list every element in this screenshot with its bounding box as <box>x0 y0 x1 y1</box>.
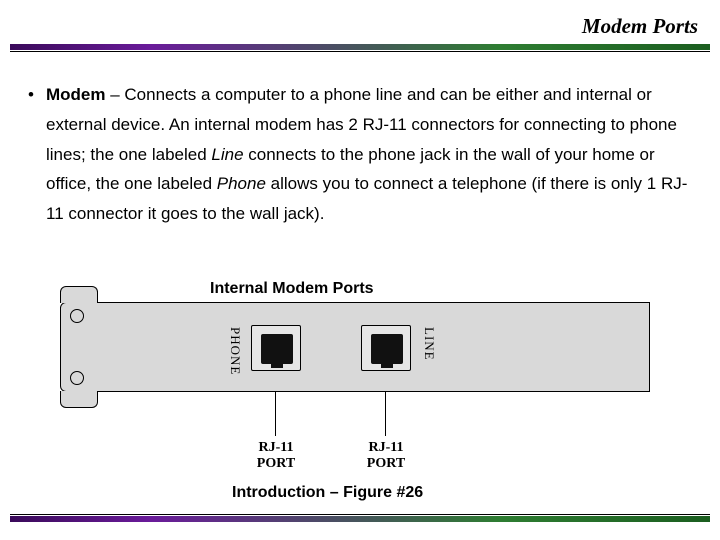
bullet-marker: • <box>28 80 46 229</box>
modem-figure: PHONE LINE RJ-11 PORT RJ-11 PORT <box>60 302 650 492</box>
bullet-item: • Modem – Connects a computer to a phone… <box>28 80 704 229</box>
phone-vertical-label: PHONE <box>227 327 243 375</box>
phone-word: Phone <box>217 174 266 193</box>
line-port <box>361 325 411 371</box>
port-label-line1: RJ-11 <box>369 440 404 455</box>
figure-title: Internal Modem Ports <box>210 280 374 298</box>
bracket-plate: PHONE LINE <box>60 302 650 392</box>
page-title: Modem Ports <box>582 14 698 39</box>
leader-line <box>385 392 386 436</box>
screw-icon <box>70 309 84 323</box>
port-label-left: RJ-11 PORT <box>241 440 311 472</box>
top-divider <box>10 44 710 50</box>
term-sep: – <box>106 85 125 104</box>
port-label-line1: RJ-11 <box>259 440 294 455</box>
rj11-jack-icon <box>261 334 293 364</box>
term-modem: Modem <box>46 85 106 104</box>
port-label-line2: PORT <box>367 456 405 471</box>
port-label-right: RJ-11 PORT <box>351 440 421 472</box>
line-vertical-label: LINE <box>421 327 437 361</box>
bottom-divider <box>10 516 710 522</box>
screw-icon <box>70 371 84 385</box>
bullet-content: Modem – Connects a computer to a phone l… <box>46 80 704 229</box>
body-text: • Modem – Connects a computer to a phone… <box>28 80 704 229</box>
line-word: Line <box>211 145 243 164</box>
leader-line <box>275 392 276 436</box>
port-label-line2: PORT <box>257 456 295 471</box>
rj11-jack-icon <box>371 334 403 364</box>
phone-port <box>251 325 301 371</box>
figure-caption: Introduction – Figure #26 <box>232 484 423 502</box>
